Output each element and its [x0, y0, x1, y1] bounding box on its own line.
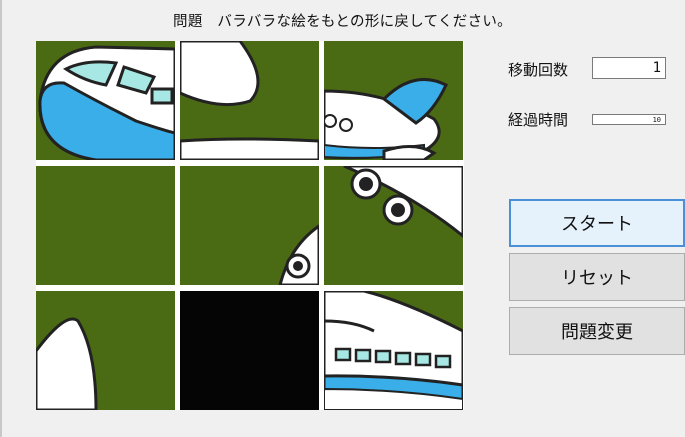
- airplane-engine-piece: [180, 166, 319, 285]
- airplane-wing-piece: [180, 41, 319, 160]
- puzzle-tile[interactable]: [324, 291, 463, 410]
- puzzle-board: [36, 41, 464, 410]
- puzzle-instruction: 問題 バラバラな絵をもとの形に戻してください。: [173, 14, 512, 30]
- puzzle-tile[interactable]: [36, 291, 175, 410]
- airplane-fuselage-piece: [324, 291, 463, 410]
- puzzle-tile[interactable]: [180, 166, 319, 285]
- puzzle-tile[interactable]: [180, 41, 319, 160]
- elapsed-time-field: 10: [592, 114, 666, 125]
- change-puzzle-button[interactable]: 問題変更: [509, 307, 685, 355]
- puzzle-tile[interactable]: [324, 41, 463, 160]
- start-button[interactable]: スタート: [509, 199, 685, 247]
- airplane-tail-piece: [324, 41, 463, 160]
- reset-button[interactable]: リセット: [509, 253, 685, 301]
- puzzle-tile-blank[interactable]: [180, 291, 319, 410]
- elapsed-time-label: 経過時間: [508, 111, 569, 129]
- airplane-lower-wing-piece: [36, 291, 175, 410]
- puzzle-tile[interactable]: [36, 41, 175, 160]
- puzzle-tile[interactable]: [324, 166, 463, 285]
- moves-label: 移動回数: [508, 61, 569, 79]
- window-edge: [0, 0, 2, 437]
- puzzle-tile[interactable]: [36, 166, 175, 285]
- airplane-nose-piece: [36, 41, 175, 160]
- airplane-engines-piece: [324, 166, 463, 285]
- airplane-background-piece: [36, 166, 175, 285]
- moves-counter-field: 1: [592, 57, 666, 79]
